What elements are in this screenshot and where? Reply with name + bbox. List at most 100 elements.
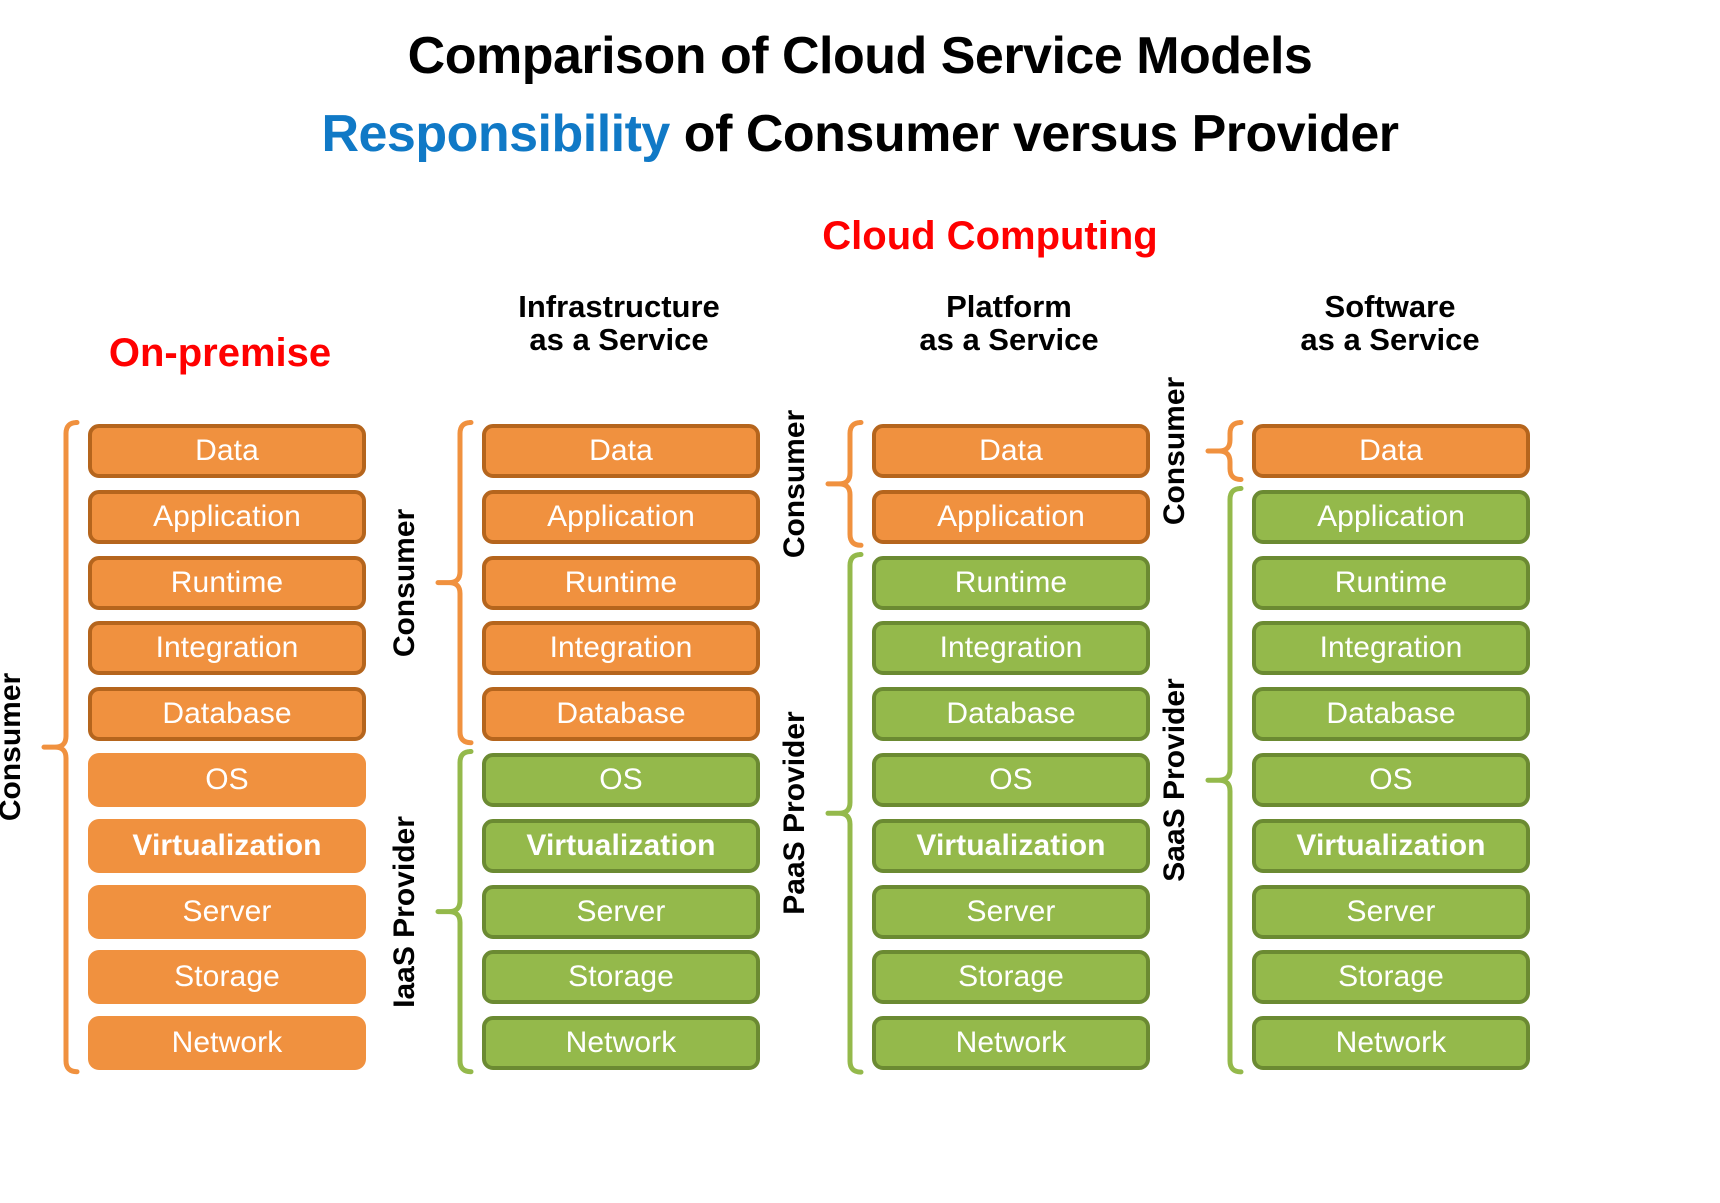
layer-box-saas-data[interactable]: Data — [1252, 424, 1530, 478]
layer-box-iaas-integration[interactable]: Integration — [482, 621, 760, 676]
layer-box-paas-integration[interactable]: Integration — [872, 621, 1150, 676]
layer-box-label: Application — [153, 499, 301, 533]
consumer-bracket-saas — [1205, 420, 1244, 482]
layer-box-paas-database[interactable]: Database — [872, 687, 1150, 742]
layer-box-saas-virtualization[interactable]: Virtualization — [1252, 818, 1530, 873]
layer-box-label: Server — [966, 894, 1056, 928]
layer-box-label: Runtime — [1334, 565, 1448, 599]
page-title-line-1: Comparison of Cloud Service Models — [407, 27, 1313, 85]
layer-box-label: Network — [955, 1026, 1067, 1060]
provider-label-iaas: IaaS Provider — [388, 815, 421, 1008]
title-line-2-rest: of Consumer versus Provider — [669, 105, 1399, 163]
layer-box-saas-server[interactable]: Server — [1252, 884, 1530, 939]
layer-box-on-premise-virtualization[interactable]: Virtualization — [88, 818, 366, 873]
layer-box-iaas-storage[interactable]: Storage — [482, 950, 760, 1005]
provider-bracket-iaas — [435, 749, 474, 1075]
column-header-iaas: Infrastructure as a Service — [399, 290, 839, 357]
layer-box-paas-storage[interactable]: Storage — [872, 950, 1150, 1005]
layer-box-on-premise-data[interactable]: Data — [88, 424, 366, 478]
layer-box-label: Runtime — [564, 565, 678, 599]
layer-box-on-premise-storage[interactable]: Storage — [88, 950, 366, 1005]
layer-box-label: Application — [937, 499, 1085, 533]
layer-box-paas-server[interactable]: Server — [872, 884, 1150, 939]
layer-box-label: OS — [205, 763, 249, 796]
consumer-label-iaas: Consumer — [388, 508, 421, 657]
layer-box-label: Server — [1346, 894, 1436, 928]
layer-box-label: Virtualization — [526, 828, 716, 862]
layer-box-iaas-data[interactable]: Data — [482, 424, 760, 478]
column-header-line: Software — [1324, 289, 1456, 324]
consumer-label-paas: Consumer — [778, 409, 811, 559]
layer-box-label: Runtime — [170, 565, 284, 599]
layer-box-paas-virtualization[interactable]: Virtualization — [872, 818, 1150, 873]
layer-box-paas-runtime[interactable]: Runtime — [872, 555, 1150, 610]
provider-label-paas: PaaS Provider — [778, 711, 811, 915]
layer-box-label: Application — [1317, 499, 1465, 533]
layer-box-label: Database — [556, 697, 686, 731]
column-header-on-premise: On-premise — [0, 331, 440, 375]
layer-box-paas-data[interactable]: Data — [872, 424, 1150, 478]
layer-box-on-premise-os[interactable]: OS — [88, 753, 366, 807]
layer-box-label: OS — [989, 763, 1033, 796]
layer-box-iaas-os[interactable]: OS — [482, 753, 760, 807]
layer-box-on-premise-application[interactable]: Application — [88, 489, 366, 544]
consumer-bracket-iaas — [435, 420, 474, 746]
consumer-bracket-on-premise — [41, 420, 80, 1075]
layer-box-saas-application[interactable]: Application — [1252, 489, 1530, 544]
layer-box-label: Data — [589, 434, 653, 467]
layer-box-iaas-network[interactable]: Network — [482, 1016, 760, 1071]
layer-box-saas-runtime[interactable]: Runtime — [1252, 555, 1530, 610]
layer-box-label: Database — [162, 697, 292, 731]
layer-box-label: Network — [1335, 1026, 1447, 1060]
layer-box-on-premise-runtime[interactable]: Runtime — [88, 555, 366, 610]
provider-bracket-saas — [1205, 485, 1244, 1075]
layer-box-label: Storage — [1338, 960, 1444, 994]
page-title-line-2: Responsibility of Consumer versus Provid… — [0, 104, 1720, 164]
layer-box-label: Storage — [568, 960, 674, 994]
layer-box-on-premise-database[interactable]: Database — [88, 687, 366, 742]
layer-box-saas-database[interactable]: Database — [1252, 687, 1530, 742]
layer-box-label: Application — [547, 499, 695, 533]
cloud-computing-group-title: Cloud Computing — [822, 214, 1158, 258]
column-header-line: Platform — [946, 289, 1072, 324]
layer-box-saas-storage[interactable]: Storage — [1252, 950, 1530, 1005]
layer-box-label: Network — [565, 1026, 677, 1060]
layer-box-iaas-runtime[interactable]: Runtime — [482, 555, 760, 610]
layer-box-label: Storage — [174, 960, 280, 994]
column-header-line: as a Service — [1300, 322, 1480, 358]
layer-box-paas-network[interactable]: Network — [872, 1016, 1150, 1071]
layer-box-saas-os[interactable]: OS — [1252, 753, 1530, 807]
layer-box-label: Database — [1326, 697, 1456, 731]
layer-box-label: Virtualization — [132, 828, 322, 862]
layer-box-iaas-server[interactable]: Server — [482, 884, 760, 939]
diagram-canvas: Comparison of Cloud Service Models Respo… — [0, 0, 1720, 1203]
layer-box-label: Integration — [1319, 631, 1463, 665]
consumer-bracket-paas — [825, 420, 864, 548]
layer-box-iaas-virtualization[interactable]: Virtualization — [482, 818, 760, 873]
layer-box-on-premise-integration[interactable]: Integration — [88, 621, 366, 676]
column-header-line: as a Service — [919, 322, 1099, 358]
layer-box-on-premise-network[interactable]: Network — [88, 1016, 366, 1071]
layer-box-label: Storage — [958, 960, 1064, 994]
layer-box-label: OS — [1369, 763, 1413, 796]
title-highlight-responsibility: Responsibility — [321, 105, 670, 163]
layer-box-label: Data — [1359, 434, 1423, 467]
layer-box-saas-network[interactable]: Network — [1252, 1016, 1530, 1071]
layer-box-label: Server — [576, 894, 666, 928]
layer-box-paas-application[interactable]: Application — [872, 489, 1150, 544]
layer-box-label: Virtualization — [916, 828, 1106, 862]
column-header-line: On-premise — [108, 331, 332, 375]
column-header-paas: Platform as a Service — [789, 290, 1229, 357]
layer-box-label: Network — [171, 1026, 283, 1060]
layer-box-label: Integration — [939, 631, 1083, 665]
layer-box-on-premise-server[interactable]: Server — [88, 884, 366, 939]
layer-box-paas-os[interactable]: OS — [872, 753, 1150, 807]
layer-box-saas-integration[interactable]: Integration — [1252, 621, 1530, 676]
layer-box-label: Virtualization — [1296, 828, 1486, 862]
layer-box-label: Integration — [549, 631, 693, 665]
layer-box-iaas-database[interactable]: Database — [482, 687, 760, 742]
layer-box-label: Data — [195, 434, 259, 467]
column-header-line: as a Service — [529, 322, 709, 358]
layer-box-iaas-application[interactable]: Application — [482, 489, 760, 544]
layer-box-label: Data — [979, 434, 1043, 467]
